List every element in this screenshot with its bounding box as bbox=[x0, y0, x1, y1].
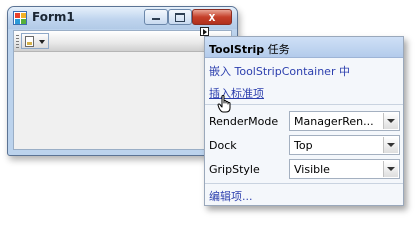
panel-header: ToolStrip 任务 bbox=[205, 37, 403, 58]
gripstyle-select[interactable]: Visible bbox=[289, 159, 400, 179]
panel-title-suffix: 任务 bbox=[264, 43, 290, 56]
edit-items-link[interactable]: 编辑项... bbox=[209, 188, 253, 204]
rendermode-select[interactable]: ManagerRen... bbox=[289, 111, 400, 131]
divider bbox=[205, 183, 403, 184]
gripstyle-label: GripStyle bbox=[209, 163, 260, 176]
toolstrip-add-item-dropdown[interactable] bbox=[21, 33, 49, 49]
rendermode-label: RenderMode bbox=[209, 115, 279, 128]
hand-cursor-icon bbox=[217, 95, 231, 113]
rendermode-value: ManagerRen... bbox=[294, 115, 374, 128]
toolstrip[interactable] bbox=[14, 31, 231, 52]
divider bbox=[205, 104, 403, 105]
close-button[interactable]: x bbox=[192, 9, 232, 25]
toolstrip-tasks-panel: ToolStrip 任务 嵌入 ToolStripContainer 中 插入标… bbox=[204, 36, 404, 206]
smart-tag-arrow-icon[interactable] bbox=[200, 27, 209, 36]
dock-value: Top bbox=[294, 139, 313, 152]
title-bar[interactable]: Form1 x bbox=[8, 7, 237, 29]
gripstyle-value: Visible bbox=[294, 163, 330, 176]
maximize-button[interactable] bbox=[168, 9, 192, 25]
dock-label: Dock bbox=[209, 139, 237, 152]
image-icon bbox=[25, 36, 34, 47]
chevron-down-icon bbox=[39, 40, 45, 44]
minimize-button[interactable] bbox=[144, 9, 168, 25]
toolstrip-grip[interactable] bbox=[16, 35, 19, 48]
minimize-icon bbox=[152, 18, 160, 20]
chevron-down-icon[interactable] bbox=[383, 161, 398, 177]
panel-title: ToolStrip 任务 bbox=[209, 41, 290, 57]
embed-in-container-link[interactable]: 嵌入 ToolStripContainer 中 bbox=[209, 63, 350, 79]
window-title: Form1 bbox=[32, 10, 75, 24]
panel-title-control: ToolStrip bbox=[209, 43, 265, 56]
dock-select[interactable]: Top bbox=[289, 135, 400, 155]
chevron-down-icon[interactable] bbox=[383, 137, 398, 153]
close-icon: x bbox=[208, 10, 216, 24]
chevron-down-icon[interactable] bbox=[383, 113, 398, 129]
maximize-icon bbox=[175, 13, 185, 22]
form-app-icon bbox=[13, 11, 27, 25]
form-client-area bbox=[13, 30, 232, 150]
